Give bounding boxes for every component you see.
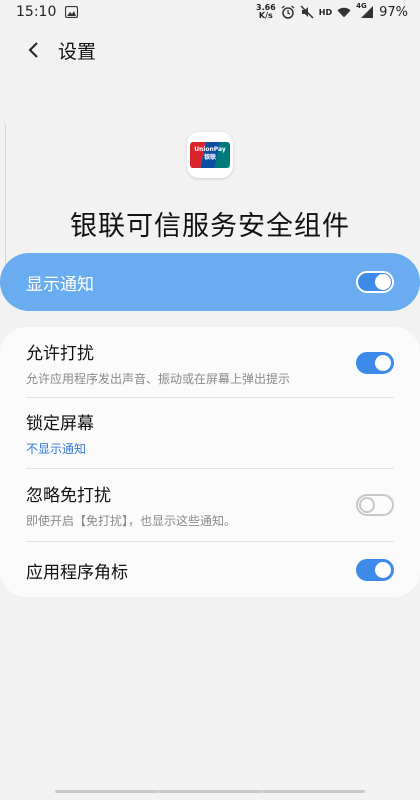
cellular-signal-icon: 4G <box>356 2 374 19</box>
app-header: UnionPay 银联 银联可信服务安全组件 <box>0 132 420 243</box>
back-nav-button[interactable] <box>261 790 365 793</box>
status-bar: 15:10 3.66 K/s HD 4G 97% <box>0 0 420 24</box>
page-title: 设置 <box>58 40 97 63</box>
ignore-dnd-subtitle: 即使开启【免打扰】，也显示这些通知。 <box>26 514 237 528</box>
allow-interruptions-row[interactable]: 允许打扰 允许应用程序发出声音、振动或在屏幕上弹出提示 <box>0 327 420 397</box>
status-time: 15:10 <box>16 4 57 20</box>
alarm-icon <box>281 5 295 19</box>
back-button[interactable] <box>12 30 56 70</box>
app-bar: 设置 <box>0 30 420 70</box>
logo-text-bottom: 银联 <box>203 154 216 161</box>
show-notifications-row[interactable]: 显示通知 <box>0 253 420 311</box>
lock-screen-title: 锁定屏幕 <box>26 414 94 434</box>
unionpay-logo-icon: UnionPay 银联 <box>187 132 233 178</box>
hd-voice-icon: HD <box>318 7 333 17</box>
allow-interruptions-toggle[interactable] <box>356 352 394 374</box>
allow-interruptions-title: 允许打扰 <box>26 344 94 364</box>
network-type: 4G <box>356 2 367 10</box>
app-badge-row[interactable]: 应用程序角标 <box>0 542 420 598</box>
app-name: 银联可信服务安全组件 <box>70 211 350 242</box>
ignore-dnd-title: 忽略免打扰 <box>26 486 111 506</box>
allow-interruptions-subtitle: 允许应用程序发出声音、振动或在屏幕上弹出提示 <box>26 372 291 386</box>
back-arrow-icon <box>28 42 38 58</box>
home-button[interactable] <box>158 790 262 793</box>
logo-text-top: UnionPay <box>194 146 226 153</box>
show-notifications-label: 显示通知 <box>26 274 94 295</box>
app-badge-title: 应用程序角标 <box>26 562 128 583</box>
gallery-notification-icon <box>64 5 78 19</box>
ignore-dnd-row[interactable]: 忽略免打扰 即使开启【免打扰】，也显示这些通知。 <box>0 469 420 541</box>
notification-settings-card: 允许打扰 允许应用程序发出声音、振动或在屏幕上弹出提示 锁定屏幕 不显示通知 忽… <box>0 327 420 597</box>
show-notifications-toggle[interactable] <box>356 271 394 293</box>
app-badge-toggle[interactable] <box>356 559 394 581</box>
wifi-icon <box>337 5 351 19</box>
network-speed: 3.66 K/s <box>256 4 276 20</box>
mute-icon <box>300 5 314 19</box>
lock-screen-value: 不显示通知 <box>26 442 87 456</box>
ignore-dnd-toggle[interactable] <box>356 494 394 516</box>
network-speed-unit: K/s <box>258 11 273 20</box>
lock-screen-row[interactable]: 锁定屏幕 不显示通知 <box>0 398 420 468</box>
battery-percent: 97% <box>379 4 408 20</box>
recent-apps-button[interactable] <box>55 790 159 793</box>
navigation-bar <box>0 790 420 793</box>
